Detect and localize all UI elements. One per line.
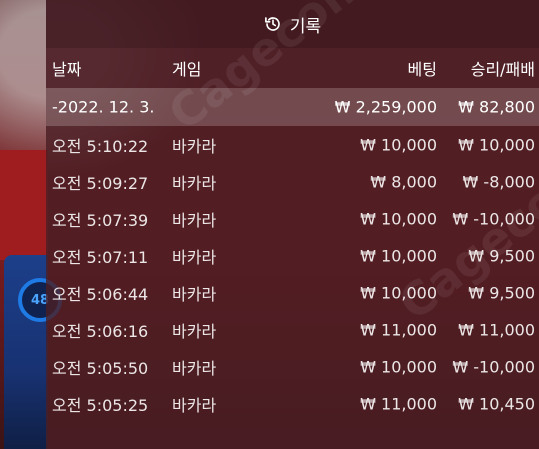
history-list: 오전 5:10:22 바카라 ₩ 10,000 ₩ 10,000 오전 5:09:27 바… — [46, 126, 539, 422]
row-result: ₩ -8,000 — [462, 172, 535, 191]
date-group-bet-total: ₩ 2,259,000 — [334, 97, 437, 117]
row-result: ₩ 9,500 — [468, 246, 535, 265]
history-row[interactable]: 오전 5:05:25 바카라 ₩ 11,000 ₩ 10,450 — [46, 385, 539, 422]
row-game: 바카라 — [172, 395, 217, 415]
row-time: 오전 5:06:16 — [52, 321, 149, 341]
row-game: 바카라 — [172, 321, 217, 341]
row-bet: ₩ 10,000 — [360, 283, 437, 302]
history-row[interactable]: 오전 5:06:16 바카라 ₩ 11,000 ₩ 11,000 — [46, 311, 539, 348]
row-bet: ₩ 8,000 — [370, 172, 437, 191]
row-time: 오전 5:06:44 — [52, 284, 149, 304]
history-row[interactable]: 오전 5:05:50 바카라 ₩ 10,000 ₩ -10,000 — [46, 348, 539, 385]
column-date: 날짜 — [52, 60, 82, 79]
row-result: ₩ -10,000 — [452, 209, 535, 228]
row-game: 바카라 — [172, 173, 217, 193]
row-result: ₩ -10,000 — [452, 357, 535, 376]
date-group-label: -2022. 12. 3. — [52, 97, 155, 117]
date-group-row[interactable]: -2022. 12. 3. ₩ 2,259,000 ₩ 82,800 — [46, 88, 539, 126]
row-time: 오전 5:07:39 — [52, 210, 149, 230]
header-title: 기록 — [289, 16, 322, 37]
history-row[interactable]: 오전 5:09:27 바카라 ₩ 8,000 ₩ -8,000 — [46, 163, 539, 200]
row-time: 오전 5:05:50 — [52, 358, 149, 378]
row-time: 오전 5:10:22 — [52, 136, 149, 156]
row-bet: ₩ 10,000 — [360, 135, 437, 154]
row-bet: ₩ 10,000 — [360, 246, 437, 265]
row-bet: ₩ 11,000 — [360, 394, 437, 413]
history-icon — [264, 17, 280, 31]
history-row[interactable]: 오전 5:06:44 바카라 ₩ 10,000 ₩ 9,500 — [46, 274, 539, 311]
row-result: ₩ 9,500 — [468, 283, 535, 302]
row-game: 바카라 — [172, 358, 217, 378]
date-group-result-total: ₩ 82,800 — [458, 97, 535, 117]
background-red-table — [0, 150, 48, 260]
row-bet: ₩ 11,000 — [360, 320, 437, 339]
row-result: ₩ 11,000 — [458, 320, 535, 339]
row-time: 오전 5:09:27 — [52, 173, 149, 193]
history-row[interactable]: 오전 5:10:22 바카라 ₩ 10,000 ₩ 10,000 — [46, 126, 539, 163]
row-game: 바카라 — [172, 284, 217, 304]
row-bet: ₩ 10,000 — [360, 209, 437, 228]
row-game: 바카라 — [172, 210, 217, 230]
history-row[interactable]: 오전 5:07:11 바카라 ₩ 10,000 ₩ 9,500 — [46, 237, 539, 274]
column-bet: 베팅 — [407, 60, 437, 79]
row-time: 오전 5:07:11 — [52, 247, 149, 267]
row-result: ₩ 10,450 — [458, 394, 535, 413]
history-header: 기록 — [46, 0, 539, 48]
row-game: 바카라 — [172, 136, 217, 156]
row-bet: ₩ 10,000 — [360, 357, 437, 376]
row-game: 바카라 — [172, 247, 217, 267]
column-result: 승리/패배 — [470, 60, 535, 79]
row-result: ₩ 10,000 — [458, 135, 535, 154]
history-panel: 기록 날짜 게임 베팅 승리/패배 -2022. 12. 3. ₩ 2,259,… — [46, 0, 539, 449]
row-time: 오전 5:05:25 — [52, 395, 149, 415]
column-header-row: 날짜 게임 베팅 승리/패배 — [46, 48, 539, 88]
history-row[interactable]: 오전 5:07:39 바카라 ₩ 10,000 ₩ -10,000 — [46, 200, 539, 237]
column-game: 게임 — [172, 60, 202, 79]
